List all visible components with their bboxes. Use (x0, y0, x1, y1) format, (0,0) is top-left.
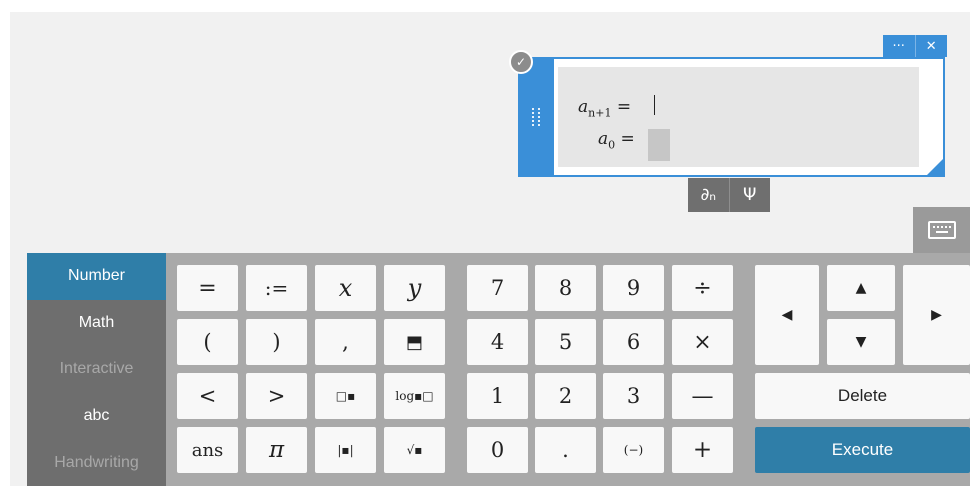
key-y[interactable]: y (384, 265, 445, 311)
key-minus[interactable]: — (672, 373, 733, 419)
key-pi[interactable]: π (246, 427, 307, 473)
drag-handle[interactable] (520, 59, 554, 175)
key-4[interactable]: 4 (467, 319, 528, 365)
key-0[interactable]: 0 (467, 427, 528, 473)
key-5[interactable]: 5 (535, 319, 596, 365)
key-absolute-value[interactable]: |▪| (315, 427, 376, 473)
key-open-paren[interactable]: ( (177, 319, 238, 365)
mode-toolbar: ∂ₙ Ψ (688, 178, 770, 212)
keyboard-icon (927, 221, 956, 239)
key-less-than[interactable]: < (177, 373, 238, 419)
input-placeholder-box[interactable] (648, 129, 670, 161)
execute-button[interactable]: Execute (755, 427, 970, 473)
arrow-right-button[interactable]: ▶ (903, 265, 970, 365)
key-negative[interactable]: (−) (603, 427, 664, 473)
key-fraction[interactable]: ⬒ (384, 319, 445, 365)
more-options-icon[interactable]: ··· (883, 35, 915, 57)
initial-value-line: a0 = (598, 129, 635, 152)
delete-button[interactable]: Delete (755, 373, 970, 419)
arrow-up-button[interactable]: ▲ (827, 265, 895, 311)
tab-math[interactable]: Math (27, 300, 166, 347)
key-6[interactable]: 6 (603, 319, 664, 365)
key-1[interactable]: 1 (467, 373, 528, 419)
key-comma[interactable]: , (315, 319, 376, 365)
key-plus[interactable]: + (672, 427, 733, 473)
key-3[interactable]: 3 (603, 373, 664, 419)
key-equals[interactable]: = (177, 265, 238, 311)
key-9[interactable]: 9 (603, 265, 664, 311)
keyboard-tabs: Number Math Interactive abc Handwriting (27, 253, 166, 486)
recurrence-input-area[interactable]: an+1 = a0 = (558, 67, 919, 167)
key-decimal-point[interactable]: . (535, 427, 596, 473)
grip-dots-icon (532, 108, 542, 126)
psi-mode-button[interactable]: Ψ (728, 178, 771, 212)
key-x[interactable]: x (315, 265, 376, 311)
sequence-mode-button[interactable]: ∂ₙ (688, 178, 729, 212)
math-box-menu: ··· ✕ (883, 35, 947, 57)
key-close-paren[interactable]: ) (246, 319, 307, 365)
arrow-down-button[interactable]: ▼ (827, 319, 895, 365)
tab-interactive[interactable]: Interactive (27, 346, 166, 393)
key-multiply[interactable]: × (672, 319, 733, 365)
math-input-box[interactable]: an+1 = a0 = (518, 57, 945, 177)
key-divide[interactable]: ÷ (672, 265, 733, 311)
tab-number[interactable]: Number (27, 253, 166, 300)
close-icon[interactable]: ✕ (914, 35, 948, 57)
key-square-root[interactable]: √▪ (384, 427, 445, 473)
check-icon[interactable]: ✓ (509, 50, 533, 74)
key-assign[interactable]: := (246, 265, 307, 311)
arrow-left-button[interactable]: ◀ (755, 265, 819, 365)
keyboard-toggle-button[interactable] (913, 207, 970, 253)
key-2[interactable]: 2 (535, 373, 596, 419)
tab-handwriting[interactable]: Handwriting (27, 439, 166, 486)
key-log-base[interactable]: log▪□ (384, 373, 445, 419)
resize-handle[interactable] (927, 159, 943, 175)
key-greater-than[interactable]: > (246, 373, 307, 419)
key-8[interactable]: 8 (535, 265, 596, 311)
key-ans[interactable]: ans (177, 427, 238, 473)
virtual-keyboard: Number Math Interactive abc Handwriting … (27, 253, 970, 486)
key-7[interactable]: 7 (467, 265, 528, 311)
key-power[interactable]: □▪ (315, 373, 376, 419)
recurrence-line: an+1 = (578, 97, 632, 120)
text-cursor (654, 95, 655, 115)
tab-abc[interactable]: abc (27, 393, 166, 440)
